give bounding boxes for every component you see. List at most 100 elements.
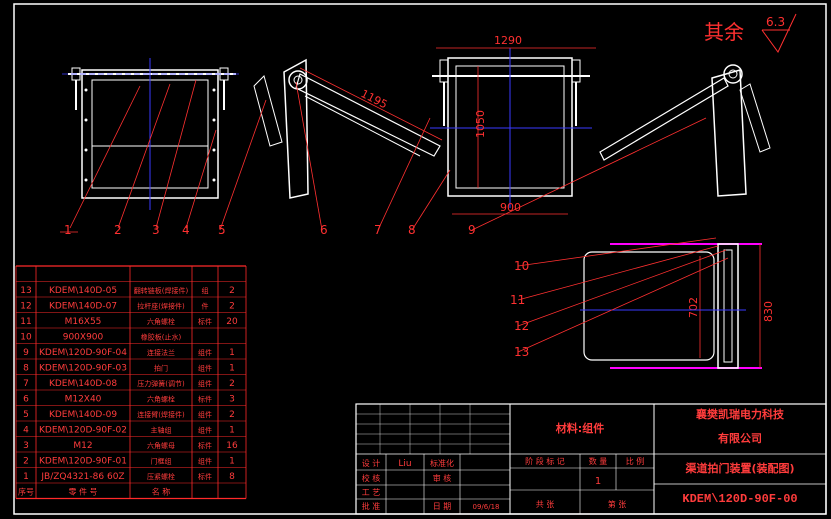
svg-text:共 张: 共 张 [536,500,555,509]
part-name: 拍门 [154,363,168,372]
part-no: 5 [23,410,29,420]
callout-3: 3 [152,223,160,237]
callout-6: 6 [320,223,328,237]
svg-text:批 准: 批 准 [362,501,381,511]
callout-1: 1 [64,223,72,237]
surface-mark-label: 其余 [704,20,744,44]
part-qty: 2 [229,379,235,389]
part-no: 4 [23,425,29,435]
header-name: 名 称 [152,486,171,496]
part-name: 六角螺栓 [147,394,175,403]
part-code: KDEM\140D-05 [49,286,117,296]
svg-text:设 计: 设 计 [362,458,381,468]
part-no: 3 [23,441,29,451]
callout-12: 12 [514,319,529,333]
header-code: 零 件 号 [68,486,97,496]
part-name: 六角螺母 [147,441,175,450]
part-no: 6 [23,394,29,404]
part-qty: 2 [229,301,235,311]
dim-height: 1050 [474,110,487,138]
part-name: 压力弹簧(调节) [137,379,185,388]
part-name: 六角螺栓 [147,317,175,326]
svg-text:第 张: 第 张 [608,499,627,509]
surface-mark-value: 6.3 [766,15,785,29]
part-no: 1 [23,472,29,482]
part-no: 8 [23,363,29,373]
part-no: 7 [23,379,29,389]
part-qty: 2 [229,286,235,296]
part-name: 压紧螺栓 [147,472,175,481]
part-no: 9 [23,348,29,358]
dim-top: 1290 [494,34,522,47]
part-code: KDEM\120D-90F-01 [39,456,127,466]
designer-name: Liu [398,459,411,469]
svg-text:阶 段 标 记: 阶 段 标 记 [525,456,565,466]
part-material: 标件 [198,472,212,481]
part-code: 900X900 [63,332,104,342]
part-no: 12 [20,301,31,311]
part-qty: 2 [229,410,235,420]
part-code: KDEM\120D-90F-02 [39,425,127,435]
part-qty: 1 [229,363,235,373]
header-no: 序号 [18,486,34,496]
callout-2: 2 [114,223,122,237]
part-name: 橡胶板(止水) [141,332,182,341]
callout-7: 7 [374,223,382,237]
part-qty: 1 [229,348,235,358]
callout-13: 13 [514,345,529,359]
svg-text:工 艺: 工 艺 [362,488,381,497]
drawing-canvas: 其余 6.3 1195 1290 900 1050 702 830 1 2 3 … [0,0,831,519]
part-qty: 8 [229,472,235,482]
part-no: 2 [23,456,29,466]
callout-8: 8 [408,223,416,237]
part-code: M12X40 [65,394,102,404]
callout-11: 11 [510,293,525,307]
part-no: 11 [20,317,31,327]
svg-text:审 核: 审 核 [433,473,452,483]
part-code: KDEM\140D-09 [49,410,117,420]
part-material: 件 [202,301,209,310]
part-material: 组件 [198,425,212,434]
part-qty: 20 [226,317,238,327]
part-name: 门框组 [151,456,172,465]
part-no: 13 [20,286,31,296]
part-code: KDEM\140D-08 [49,379,117,389]
part-code: KDEM\120D-90F-03 [39,363,127,373]
part-code: KDEM\120D-90F-04 [39,348,127,358]
svg-text:标准化: 标准化 [430,458,454,468]
part-material: 标件 [198,394,212,403]
part-code: KDEM\140D-07 [49,301,117,311]
part-name: 连接臂(焊接件) [137,410,185,419]
part-name: 拉杆座(焊接件) [137,301,185,310]
part-material: 组件 [198,456,212,465]
part-qty: 1 [229,456,235,466]
dim-bottom: 900 [500,201,521,214]
part-name: 主轴组 [151,425,172,434]
part-code: M16X55 [65,317,102,327]
part-qty: 1 [229,425,235,435]
quantity-value: 1 [595,476,601,487]
company-line1: 襄樊凯瑞电力科技 [695,407,785,421]
callout-4: 4 [182,223,190,237]
company-line2: 有限公司 [718,431,762,445]
svg-text:比 例: 比 例 [626,456,645,466]
part-material: 组件 [198,379,212,388]
drawing-code: KDEM\120D-90F-00 [682,492,797,506]
callout-9: 9 [468,223,476,237]
background [0,0,831,519]
material-label: 材料:组件 [556,421,604,435]
drawing-date: 09/6/18 [473,503,500,511]
part-code: JB/ZQ4321-86 60Z [40,472,124,482]
svg-text:校 核: 校 核 [362,473,381,483]
svg-text:数 量: 数 量 [589,456,608,466]
part-material: 标件 [198,317,212,326]
callout-10: 10 [514,259,529,273]
part-material: 标件 [198,441,212,450]
part-material: 组件 [198,363,212,372]
svg-text:日 期: 日 期 [433,502,452,511]
dim-plan-height: 830 [762,301,775,322]
dim-plan-inner: 702 [687,297,700,318]
part-name: 翻转链板(焊接件) [134,286,189,295]
part-qty: 16 [226,441,238,451]
callout-5: 5 [218,223,226,237]
